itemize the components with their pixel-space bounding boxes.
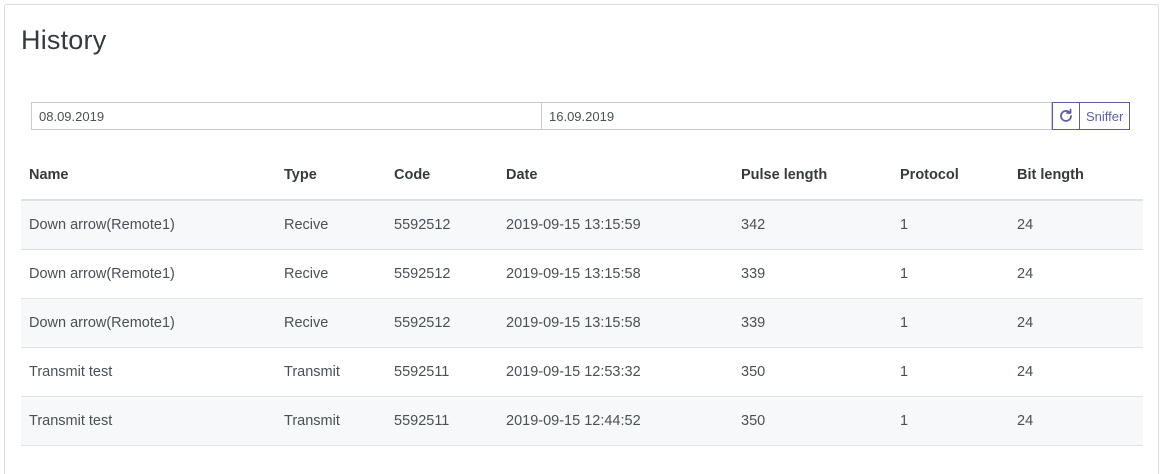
header-bit-length[interactable]: Bit length — [1009, 150, 1143, 201]
sniffer-button[interactable]: Sniffer — [1080, 102, 1131, 130]
cell-protocol: 1 — [892, 249, 1009, 299]
header-protocol[interactable]: Protocol — [892, 150, 1009, 201]
page-title: History — [21, 25, 107, 55]
table-header-row: Name Type Code Date Pulse length Protoco… — [21, 150, 1143, 201]
cell-type: Transmit — [276, 347, 386, 397]
table-row[interactable]: Down arrow(Remote1) Recive 5592512 2019-… — [21, 298, 1143, 348]
cell-code: 5592511 — [386, 396, 498, 446]
cell-bit-length: 24 — [1009, 396, 1143, 446]
history-table: Name Type Code Date Pulse length Protoco… — [21, 150, 1143, 446]
cell-type: Recive — [276, 200, 386, 250]
cell-date: 2019-09-15 12:44:52 — [498, 396, 733, 446]
cell-code: 5592512 — [386, 298, 498, 348]
table-row[interactable]: Down arrow(Remote1) Recive 5592512 2019-… — [21, 200, 1143, 250]
cell-name: Transmit test — [21, 347, 276, 397]
header-date[interactable]: Date — [498, 150, 733, 201]
date-filter-bar: Sniffer — [31, 102, 1131, 130]
cell-code: 5592512 — [386, 249, 498, 299]
cell-name: Down arrow(Remote1) — [21, 249, 276, 299]
cell-name: Down arrow(Remote1) — [21, 200, 276, 250]
cell-pulse-length: 339 — [733, 298, 892, 348]
cell-type: Recive — [276, 249, 386, 299]
cell-bit-length: 24 — [1009, 347, 1143, 397]
date-to-input[interactable] — [542, 102, 1052, 130]
cell-date: 2019-09-15 12:53:32 — [498, 347, 733, 397]
cell-date: 2019-09-15 13:15:58 — [498, 249, 733, 299]
table-row[interactable]: Down arrow(Remote1) Recive 5592512 2019-… — [21, 249, 1143, 299]
cell-bit-length: 24 — [1009, 298, 1143, 348]
cell-protocol: 1 — [892, 396, 1009, 446]
cell-code: 5592511 — [386, 347, 498, 397]
cell-type: Transmit — [276, 396, 386, 446]
cell-pulse-length: 350 — [733, 396, 892, 446]
history-table-wrap: Name Type Code Date Pulse length Protoco… — [21, 150, 1143, 446]
cell-bit-length: 24 — [1009, 249, 1143, 299]
header-pulse-length[interactable]: Pulse length — [733, 150, 892, 201]
table-row[interactable]: Transmit test Transmit 5592511 2019-09-1… — [21, 396, 1143, 446]
refresh-icon — [1060, 108, 1072, 122]
cell-pulse-length: 342 — [733, 200, 892, 250]
cell-protocol: 1 — [892, 347, 1009, 397]
cell-pulse-length: 350 — [733, 347, 892, 397]
cell-name: Transmit test — [21, 396, 276, 446]
refresh-button[interactable] — [1052, 102, 1080, 130]
cell-bit-length: 24 — [1009, 200, 1143, 250]
cell-date: 2019-09-15 13:15:58 — [498, 298, 733, 348]
table-row[interactable]: Transmit test Transmit 5592511 2019-09-1… — [21, 347, 1143, 397]
cell-protocol: 1 — [892, 298, 1009, 348]
history-card: History Sniffer Name Type Code Date Puls… — [4, 4, 1159, 474]
cell-date: 2019-09-15 13:15:59 — [498, 200, 733, 250]
cell-code: 5592512 — [386, 200, 498, 250]
header-code[interactable]: Code — [386, 150, 498, 201]
date-from-input[interactable] — [31, 102, 542, 130]
cell-name: Down arrow(Remote1) — [21, 298, 276, 348]
cell-protocol: 1 — [892, 200, 1009, 250]
cell-type: Recive — [276, 298, 386, 348]
cell-pulse-length: 339 — [733, 249, 892, 299]
header-name[interactable]: Name — [21, 150, 276, 201]
header-type[interactable]: Type — [276, 150, 386, 201]
